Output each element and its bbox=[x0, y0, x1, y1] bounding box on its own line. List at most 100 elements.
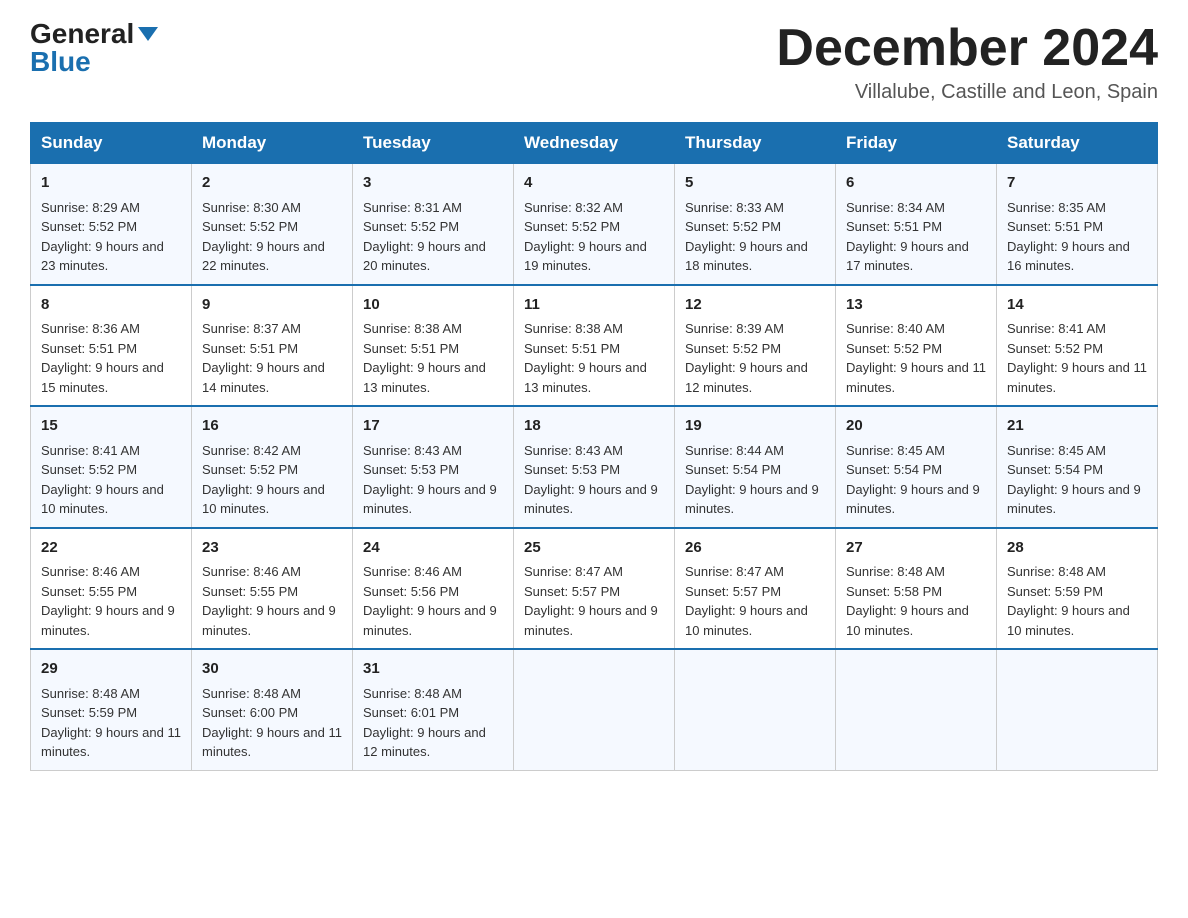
day-info: Sunrise: 8:35 AMSunset: 5:51 PMDaylight:… bbox=[1007, 200, 1130, 274]
calendar-day-cell: 16 Sunrise: 8:42 AMSunset: 5:52 PMDaylig… bbox=[192, 406, 353, 528]
calendar-day-cell: 15 Sunrise: 8:41 AMSunset: 5:52 PMDaylig… bbox=[31, 406, 192, 528]
day-number: 1 bbox=[41, 172, 181, 195]
day-number: 11 bbox=[524, 294, 664, 317]
calendar-day-cell: 8 Sunrise: 8:36 AMSunset: 5:51 PMDayligh… bbox=[31, 285, 192, 407]
calendar-day-cell: 10 Sunrise: 8:38 AMSunset: 5:51 PMDaylig… bbox=[353, 285, 514, 407]
day-info: Sunrise: 8:41 AMSunset: 5:52 PMDaylight:… bbox=[1007, 321, 1147, 395]
calendar-day-cell: 30 Sunrise: 8:48 AMSunset: 6:00 PMDaylig… bbox=[192, 649, 353, 770]
day-info: Sunrise: 8:34 AMSunset: 5:51 PMDaylight:… bbox=[846, 200, 969, 274]
day-number: 7 bbox=[1007, 172, 1147, 195]
calendar-day-cell: 4 Sunrise: 8:32 AMSunset: 5:52 PMDayligh… bbox=[514, 164, 675, 285]
calendar-day-cell bbox=[514, 649, 675, 770]
calendar-day-cell: 2 Sunrise: 8:30 AMSunset: 5:52 PMDayligh… bbox=[192, 164, 353, 285]
day-info: Sunrise: 8:48 AMSunset: 5:59 PMDaylight:… bbox=[41, 686, 181, 760]
day-number: 4 bbox=[524, 172, 664, 195]
day-of-week-header: Wednesday bbox=[514, 123, 675, 164]
calendar-table: SundayMondayTuesdayWednesdayThursdayFrid… bbox=[30, 122, 1158, 771]
logo-general-text: General bbox=[30, 20, 134, 48]
day-number: 15 bbox=[41, 415, 181, 438]
calendar-week-row: 15 Sunrise: 8:41 AMSunset: 5:52 PMDaylig… bbox=[31, 406, 1158, 528]
calendar-day-cell: 19 Sunrise: 8:44 AMSunset: 5:54 PMDaylig… bbox=[675, 406, 836, 528]
day-info: Sunrise: 8:32 AMSunset: 5:52 PMDaylight:… bbox=[524, 200, 647, 274]
calendar-day-cell: 23 Sunrise: 8:46 AMSunset: 5:55 PMDaylig… bbox=[192, 528, 353, 650]
day-info: Sunrise: 8:44 AMSunset: 5:54 PMDaylight:… bbox=[685, 443, 819, 517]
month-title: December 2024 bbox=[776, 20, 1158, 77]
day-info: Sunrise: 8:30 AMSunset: 5:52 PMDaylight:… bbox=[202, 200, 325, 274]
location-subtitle: Villalube, Castille and Leon, Spain bbox=[776, 81, 1158, 104]
calendar-week-row: 22 Sunrise: 8:46 AMSunset: 5:55 PMDaylig… bbox=[31, 528, 1158, 650]
day-number: 29 bbox=[41, 658, 181, 681]
day-number: 6 bbox=[846, 172, 986, 195]
calendar-day-cell bbox=[675, 649, 836, 770]
calendar-day-cell: 22 Sunrise: 8:46 AMSunset: 5:55 PMDaylig… bbox=[31, 528, 192, 650]
day-number: 24 bbox=[363, 537, 503, 560]
day-number: 5 bbox=[685, 172, 825, 195]
day-of-week-header: Sunday bbox=[31, 123, 192, 164]
calendar-day-cell: 1 Sunrise: 8:29 AMSunset: 5:52 PMDayligh… bbox=[31, 164, 192, 285]
day-number: 19 bbox=[685, 415, 825, 438]
day-number: 27 bbox=[846, 537, 986, 560]
day-number: 20 bbox=[846, 415, 986, 438]
day-number: 13 bbox=[846, 294, 986, 317]
day-number: 26 bbox=[685, 537, 825, 560]
day-number: 8 bbox=[41, 294, 181, 317]
calendar-day-cell: 12 Sunrise: 8:39 AMSunset: 5:52 PMDaylig… bbox=[675, 285, 836, 407]
calendar-day-cell: 13 Sunrise: 8:40 AMSunset: 5:52 PMDaylig… bbox=[836, 285, 997, 407]
day-number: 23 bbox=[202, 537, 342, 560]
calendar-day-cell: 9 Sunrise: 8:37 AMSunset: 5:51 PMDayligh… bbox=[192, 285, 353, 407]
day-of-week-header: Saturday bbox=[997, 123, 1158, 164]
day-info: Sunrise: 8:46 AMSunset: 5:55 PMDaylight:… bbox=[41, 564, 175, 638]
day-info: Sunrise: 8:48 AMSunset: 6:00 PMDaylight:… bbox=[202, 686, 342, 760]
day-info: Sunrise: 8:45 AMSunset: 5:54 PMDaylight:… bbox=[1007, 443, 1141, 517]
day-info: Sunrise: 8:39 AMSunset: 5:52 PMDaylight:… bbox=[685, 321, 808, 395]
calendar-day-cell: 27 Sunrise: 8:48 AMSunset: 5:58 PMDaylig… bbox=[836, 528, 997, 650]
calendar-day-cell: 3 Sunrise: 8:31 AMSunset: 5:52 PMDayligh… bbox=[353, 164, 514, 285]
day-info: Sunrise: 8:43 AMSunset: 5:53 PMDaylight:… bbox=[363, 443, 497, 517]
day-info: Sunrise: 8:43 AMSunset: 5:53 PMDaylight:… bbox=[524, 443, 658, 517]
day-info: Sunrise: 8:48 AMSunset: 5:59 PMDaylight:… bbox=[1007, 564, 1130, 638]
calendar-day-cell bbox=[836, 649, 997, 770]
day-number: 2 bbox=[202, 172, 342, 195]
day-number: 3 bbox=[363, 172, 503, 195]
day-info: Sunrise: 8:37 AMSunset: 5:51 PMDaylight:… bbox=[202, 321, 325, 395]
calendar-day-cell: 29 Sunrise: 8:48 AMSunset: 5:59 PMDaylig… bbox=[31, 649, 192, 770]
day-info: Sunrise: 8:38 AMSunset: 5:51 PMDaylight:… bbox=[363, 321, 486, 395]
calendar-day-cell: 11 Sunrise: 8:38 AMSunset: 5:51 PMDaylig… bbox=[514, 285, 675, 407]
day-number: 17 bbox=[363, 415, 503, 438]
day-info: Sunrise: 8:33 AMSunset: 5:52 PMDaylight:… bbox=[685, 200, 808, 274]
day-number: 16 bbox=[202, 415, 342, 438]
calendar-day-cell: 28 Sunrise: 8:48 AMSunset: 5:59 PMDaylig… bbox=[997, 528, 1158, 650]
calendar-week-row: 29 Sunrise: 8:48 AMSunset: 5:59 PMDaylig… bbox=[31, 649, 1158, 770]
day-info: Sunrise: 8:47 AMSunset: 5:57 PMDaylight:… bbox=[685, 564, 808, 638]
day-info: Sunrise: 8:46 AMSunset: 5:55 PMDaylight:… bbox=[202, 564, 336, 638]
day-number: 30 bbox=[202, 658, 342, 681]
calendar-week-row: 1 Sunrise: 8:29 AMSunset: 5:52 PMDayligh… bbox=[31, 164, 1158, 285]
calendar-day-cell bbox=[997, 649, 1158, 770]
page-header: General Blue December 2024 Villalube, Ca… bbox=[30, 20, 1158, 104]
logo: General Blue bbox=[30, 20, 158, 76]
calendar-day-cell: 25 Sunrise: 8:47 AMSunset: 5:57 PMDaylig… bbox=[514, 528, 675, 650]
calendar-header-row: SundayMondayTuesdayWednesdayThursdayFrid… bbox=[31, 123, 1158, 164]
day-of-week-header: Tuesday bbox=[353, 123, 514, 164]
logo-blue-text: Blue bbox=[30, 48, 91, 76]
day-number: 25 bbox=[524, 537, 664, 560]
day-number: 31 bbox=[363, 658, 503, 681]
day-of-week-header: Thursday bbox=[675, 123, 836, 164]
calendar-day-cell: 26 Sunrise: 8:47 AMSunset: 5:57 PMDaylig… bbox=[675, 528, 836, 650]
calendar-day-cell: 17 Sunrise: 8:43 AMSunset: 5:53 PMDaylig… bbox=[353, 406, 514, 528]
day-number: 21 bbox=[1007, 415, 1147, 438]
calendar-day-cell: 20 Sunrise: 8:45 AMSunset: 5:54 PMDaylig… bbox=[836, 406, 997, 528]
calendar-day-cell: 14 Sunrise: 8:41 AMSunset: 5:52 PMDaylig… bbox=[997, 285, 1158, 407]
calendar-day-cell: 5 Sunrise: 8:33 AMSunset: 5:52 PMDayligh… bbox=[675, 164, 836, 285]
day-info: Sunrise: 8:40 AMSunset: 5:52 PMDaylight:… bbox=[846, 321, 986, 395]
day-info: Sunrise: 8:47 AMSunset: 5:57 PMDaylight:… bbox=[524, 564, 658, 638]
day-number: 18 bbox=[524, 415, 664, 438]
calendar-day-cell: 24 Sunrise: 8:46 AMSunset: 5:56 PMDaylig… bbox=[353, 528, 514, 650]
day-info: Sunrise: 8:42 AMSunset: 5:52 PMDaylight:… bbox=[202, 443, 325, 517]
calendar-day-cell: 7 Sunrise: 8:35 AMSunset: 5:51 PMDayligh… bbox=[997, 164, 1158, 285]
calendar-day-cell: 21 Sunrise: 8:45 AMSunset: 5:54 PMDaylig… bbox=[997, 406, 1158, 528]
day-number: 14 bbox=[1007, 294, 1147, 317]
day-info: Sunrise: 8:29 AMSunset: 5:52 PMDaylight:… bbox=[41, 200, 164, 274]
day-number: 28 bbox=[1007, 537, 1147, 560]
logo-arrow-icon bbox=[138, 27, 158, 41]
